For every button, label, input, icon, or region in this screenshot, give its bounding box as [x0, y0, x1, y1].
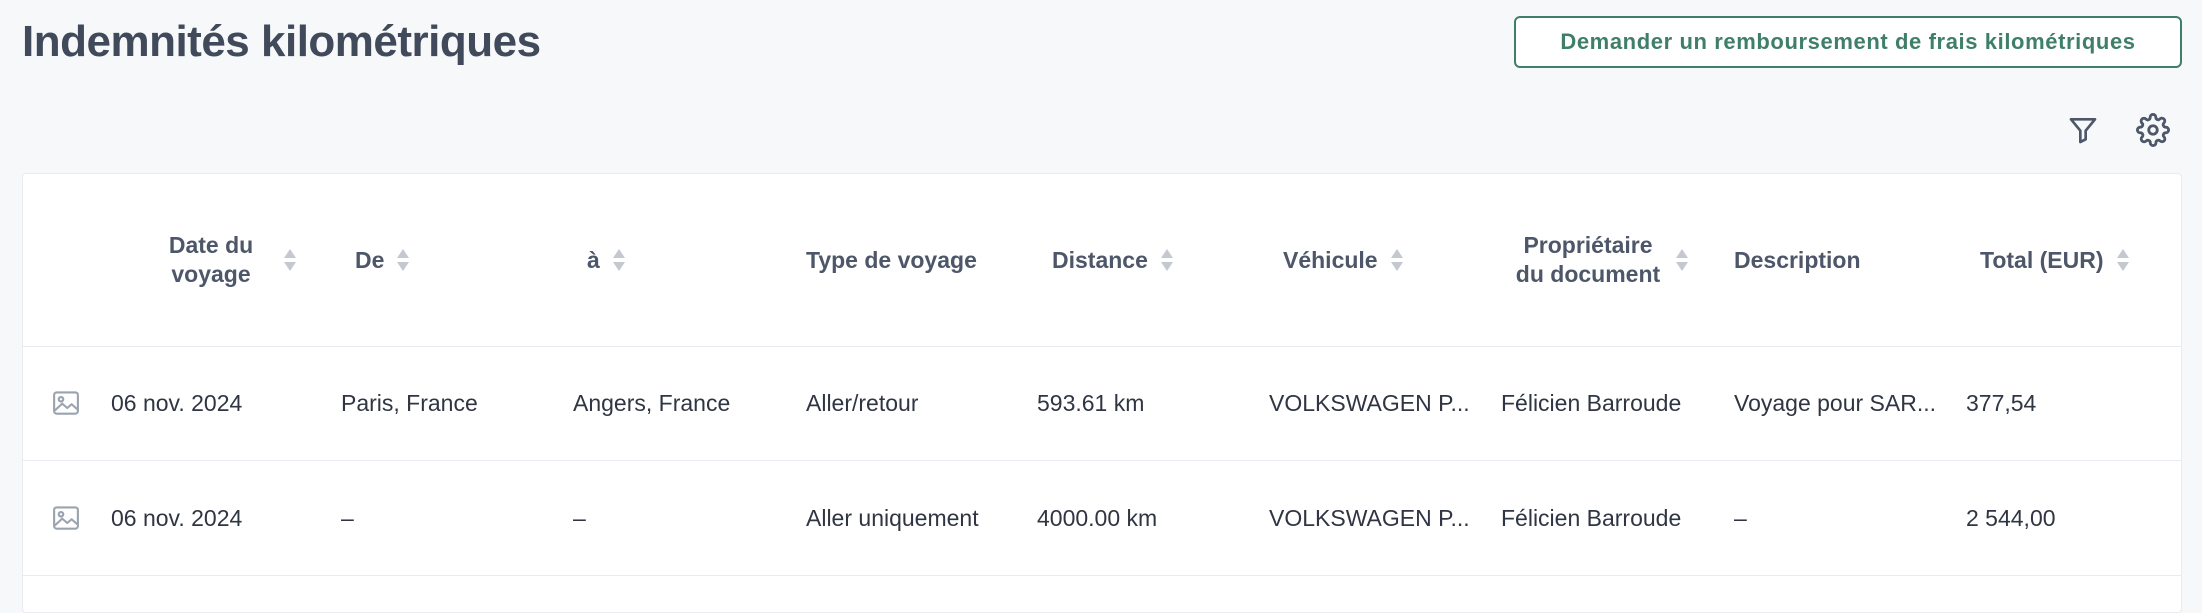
to-cell: – [573, 504, 586, 531]
table-header-row: Date du voyage De à Type de voyage Dista… [23, 174, 2181, 347]
request-reimbursement-button[interactable]: Demander un remboursement de frais kilom… [1514, 16, 2182, 68]
date-cell: 06 nov. 2024 [111, 504, 243, 531]
column-header-label: De [355, 246, 385, 273]
column-header-from[interactable]: De [355, 174, 410, 346]
sort-icon [2116, 249, 2129, 271]
column-header-label: à [587, 246, 600, 273]
column-header-description: Description [1734, 174, 1861, 346]
gear-icon [2136, 113, 2170, 147]
column-header-label: Distance [1052, 246, 1148, 273]
description-cell: – [1734, 504, 1747, 531]
table-row[interactable]: 06 nov. 2024 – – Aller uniquement 4000.0… [23, 461, 2181, 576]
column-header-date[interactable]: Date du voyage [151, 174, 297, 346]
column-header-label: Description [1734, 246, 1861, 273]
sort-icon [1160, 249, 1173, 271]
column-header-distance[interactable]: Distance [1052, 174, 1174, 346]
vehicle-cell: VOLKSWAGEN P... [1269, 389, 1470, 416]
owner-cell: Félicien Barroude [1501, 389, 1682, 416]
to-cell: Angers, France [573, 389, 731, 416]
image-icon[interactable] [51, 503, 81, 533]
page-title: Indemnités kilométriques [22, 17, 541, 66]
sort-icon [284, 249, 296, 271]
settings-button[interactable] [2132, 109, 2174, 151]
from-cell: Paris, France [341, 389, 478, 416]
column-header-label: Véhicule [1283, 246, 1378, 273]
column-header-trip-type: Type de voyage [806, 174, 977, 346]
sort-icon [1390, 249, 1403, 271]
column-header-label: Type de voyage [806, 246, 977, 273]
column-header-label: Date du voyage [168, 232, 254, 287]
owner-cell: Félicien Barroude [1501, 504, 1682, 531]
sort-icon [397, 249, 410, 271]
date-cell: 06 nov. 2024 [111, 389, 243, 416]
filter-icon [2069, 118, 2097, 144]
total-cell: 377,54 [1966, 389, 2037, 416]
image-icon[interactable] [51, 388, 81, 418]
column-header-label: Propriétaire du document [1515, 232, 1661, 287]
column-header-label: Total (EUR) [1980, 246, 2104, 273]
table-row[interactable]: 06 nov. 2024 Paris, France Angers, Franc… [23, 346, 2181, 461]
total-cell: 2 544,00 [1966, 504, 2056, 531]
column-header-to[interactable]: à [587, 174, 626, 346]
sort-icon [1676, 249, 1688, 271]
trip-type-cell: Aller uniquement [806, 504, 979, 531]
description-cell: Voyage pour SAR... [1734, 389, 1937, 416]
from-cell: – [341, 504, 354, 531]
column-header-owner[interactable]: Propriétaire du document [1513, 174, 1689, 346]
sort-icon [612, 249, 625, 271]
column-header-vehicle[interactable]: Véhicule [1283, 174, 1404, 346]
mileage-table: Date du voyage De à Type de voyage Dista… [22, 173, 2182, 613]
trip-type-cell: Aller/retour [806, 389, 919, 416]
vehicle-cell: VOLKSWAGEN P... [1269, 504, 1470, 531]
distance-cell: 593.61 km [1037, 389, 1145, 416]
filter-button[interactable] [2062, 109, 2104, 151]
distance-cell: 4000.00 km [1037, 504, 1158, 531]
column-header-total[interactable]: Total (EUR) [1980, 174, 2130, 346]
